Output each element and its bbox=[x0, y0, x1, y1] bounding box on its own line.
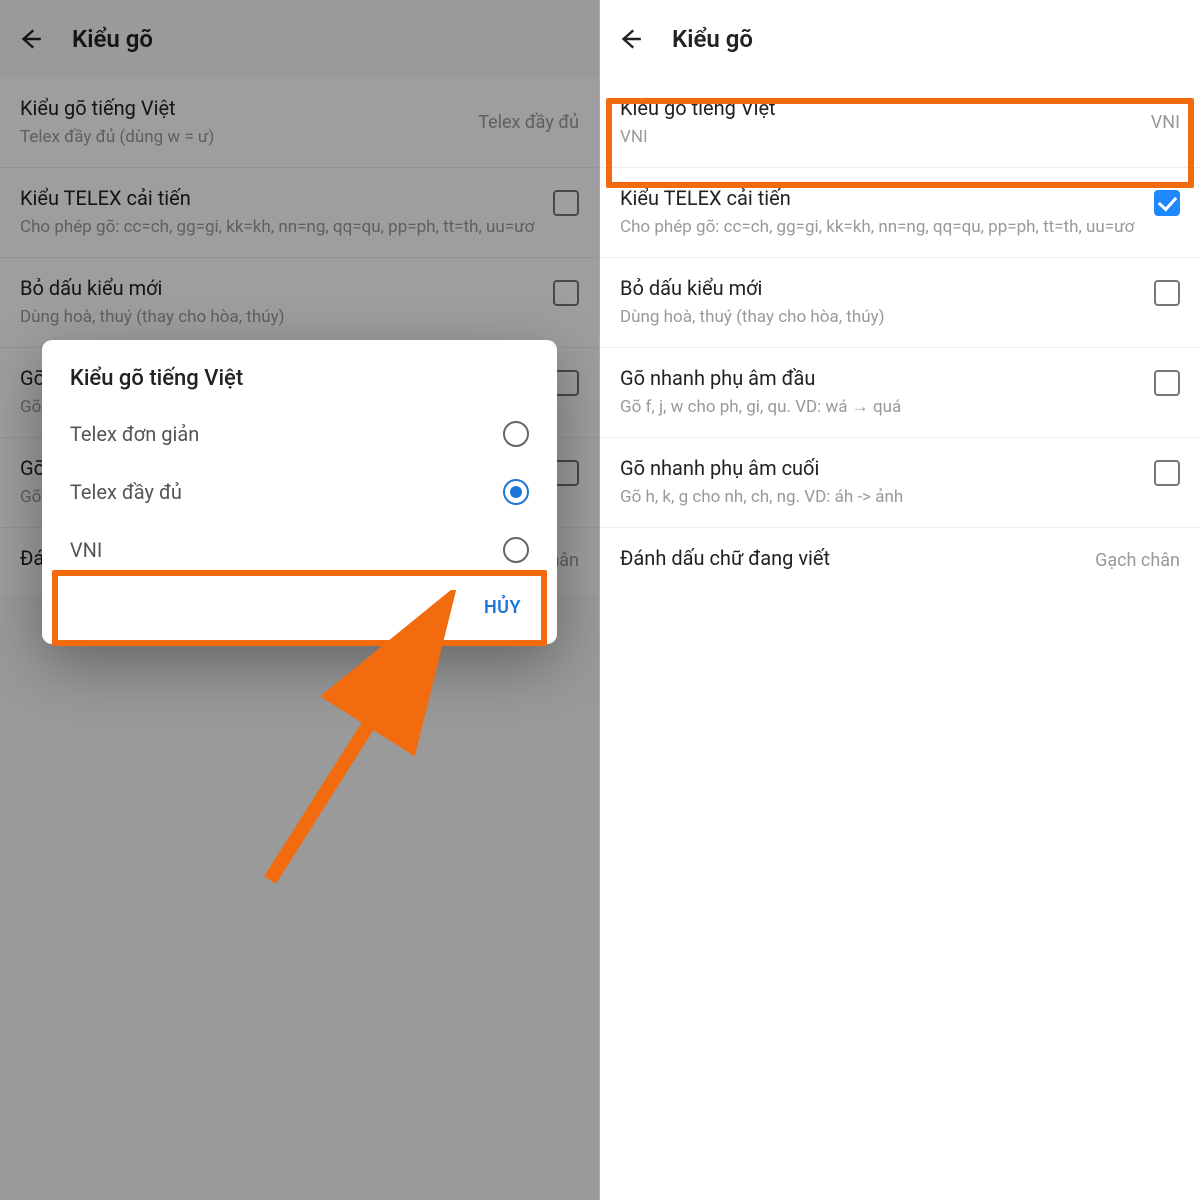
item-value: VNI bbox=[1151, 112, 1180, 133]
radio-option-telex-simple[interactable]: Telex đơn giản bbox=[42, 405, 557, 463]
item-sub: Gõ h, k, g cho nh, ch, ng. VD: áh -> ảnh bbox=[620, 486, 1142, 509]
setting-item-telex-enhanced[interactable]: Kiểu TELEX cải tiến Cho phép gõ: cc=ch, … bbox=[600, 168, 1200, 258]
checkbox[interactable] bbox=[553, 186, 579, 216]
item-value: Gạch chân bbox=[1095, 550, 1180, 571]
header-right: Kiểu gõ bbox=[600, 0, 1200, 78]
item-sub: Cho phép gõ: cc=ch, gg=gi, kk=kh, nn=ng,… bbox=[20, 216, 541, 239]
item-title: Đánh dấu chữ đang viết bbox=[620, 546, 1083, 570]
page-title-left: Kiểu gõ bbox=[72, 25, 153, 53]
back-arrow-icon[interactable] bbox=[16, 25, 44, 53]
radio-option-telex-full[interactable]: Telex đầy đủ bbox=[42, 463, 557, 521]
radio-label: VNI bbox=[70, 538, 102, 562]
setting-item-fast-initial[interactable]: Gõ nhanh phụ âm đầu Gõ f, j, w cho ph, g… bbox=[600, 348, 1200, 438]
item-title: Kiểu gõ tiếng Việt bbox=[20, 96, 466, 120]
setting-item-fast-final[interactable]: Gõ nhanh phụ âm cuối Gõ h, k, g cho nh, … bbox=[600, 438, 1200, 528]
back-arrow-icon[interactable] bbox=[616, 25, 644, 53]
item-sub: Dùng hoà, thuý (thay cho hòa, thúy) bbox=[20, 306, 541, 329]
checkbox[interactable] bbox=[1154, 276, 1180, 306]
setting-item-input-method[interactable]: Kiểu gõ tiếng Việt VNI VNI bbox=[600, 78, 1200, 168]
item-value: Telex đầy đủ bbox=[478, 112, 579, 133]
checkbox[interactable] bbox=[1154, 186, 1180, 216]
setting-item-new-tone[interactable]: Bỏ dấu kiểu mới Dùng hoà, thuý (thay cho… bbox=[600, 258, 1200, 348]
checkbox[interactable] bbox=[1154, 456, 1180, 486]
item-sub: Cho phép gõ: cc=ch, gg=gi, kk=kh, nn=ng,… bbox=[620, 216, 1142, 239]
input-method-dialog: Kiểu gõ tiếng Việt Telex đơn giản Telex … bbox=[42, 340, 557, 644]
header-left: Kiểu gõ bbox=[0, 0, 599, 78]
checkbox[interactable] bbox=[1154, 366, 1180, 396]
item-sub: VNI bbox=[620, 126, 1139, 149]
setting-item-new-tone[interactable]: Bỏ dấu kiểu mới Dùng hoà, thuý (thay cho… bbox=[0, 258, 599, 348]
item-title: Gõ nhanh phụ âm cuối bbox=[620, 456, 1142, 480]
item-title: Kiểu TELEX cải tiến bbox=[620, 186, 1142, 210]
dialog-title: Kiểu gõ tiếng Việt bbox=[42, 362, 557, 405]
cancel-button[interactable]: HỦY bbox=[470, 587, 535, 628]
item-title: Bỏ dấu kiểu mới bbox=[620, 276, 1142, 300]
item-title: Kiểu gõ tiếng Việt bbox=[620, 96, 1139, 120]
radio-label: Telex đơn giản bbox=[70, 422, 199, 446]
radio-icon[interactable] bbox=[503, 537, 529, 563]
screenshot-right: Kiểu gõ Kiểu gõ tiếng Việt VNI VNI Kiểu … bbox=[600, 0, 1200, 1200]
setting-item-input-method[interactable]: Kiểu gõ tiếng Việt Telex đầy đủ (dùng w … bbox=[0, 78, 599, 168]
setting-item-underline[interactable]: Đánh dấu chữ đang viết Gạch chân bbox=[600, 528, 1200, 594]
radio-icon[interactable] bbox=[503, 479, 529, 505]
item-title: Bỏ dấu kiểu mới bbox=[20, 276, 541, 300]
item-sub: Gõ f, j, w cho ph, gi, qu. VD: wá → quá bbox=[620, 396, 1142, 419]
item-title: Gõ nhanh phụ âm đầu bbox=[620, 366, 1142, 390]
setting-item-telex-enhanced[interactable]: Kiểu TELEX cải tiến Cho phép gõ: cc=ch, … bbox=[0, 168, 599, 258]
radio-label: Telex đầy đủ bbox=[70, 480, 182, 504]
item-sub: Telex đầy đủ (dùng w = ư) bbox=[20, 126, 466, 149]
page-title-right: Kiểu gõ bbox=[672, 25, 753, 53]
item-sub: Dùng hoà, thuý (thay cho hòa, thúy) bbox=[620, 306, 1142, 329]
screenshot-left: Kiểu gõ Kiểu gõ tiếng Việt Telex đầy đủ … bbox=[0, 0, 600, 1200]
item-title: Kiểu TELEX cải tiến bbox=[20, 186, 541, 210]
checkbox[interactable] bbox=[553, 276, 579, 306]
radio-icon[interactable] bbox=[503, 421, 529, 447]
radio-option-vni[interactable]: VNI bbox=[42, 521, 557, 579]
settings-list-right: Kiểu gõ tiếng Việt VNI VNI Kiểu TELEX cả… bbox=[600, 78, 1200, 594]
